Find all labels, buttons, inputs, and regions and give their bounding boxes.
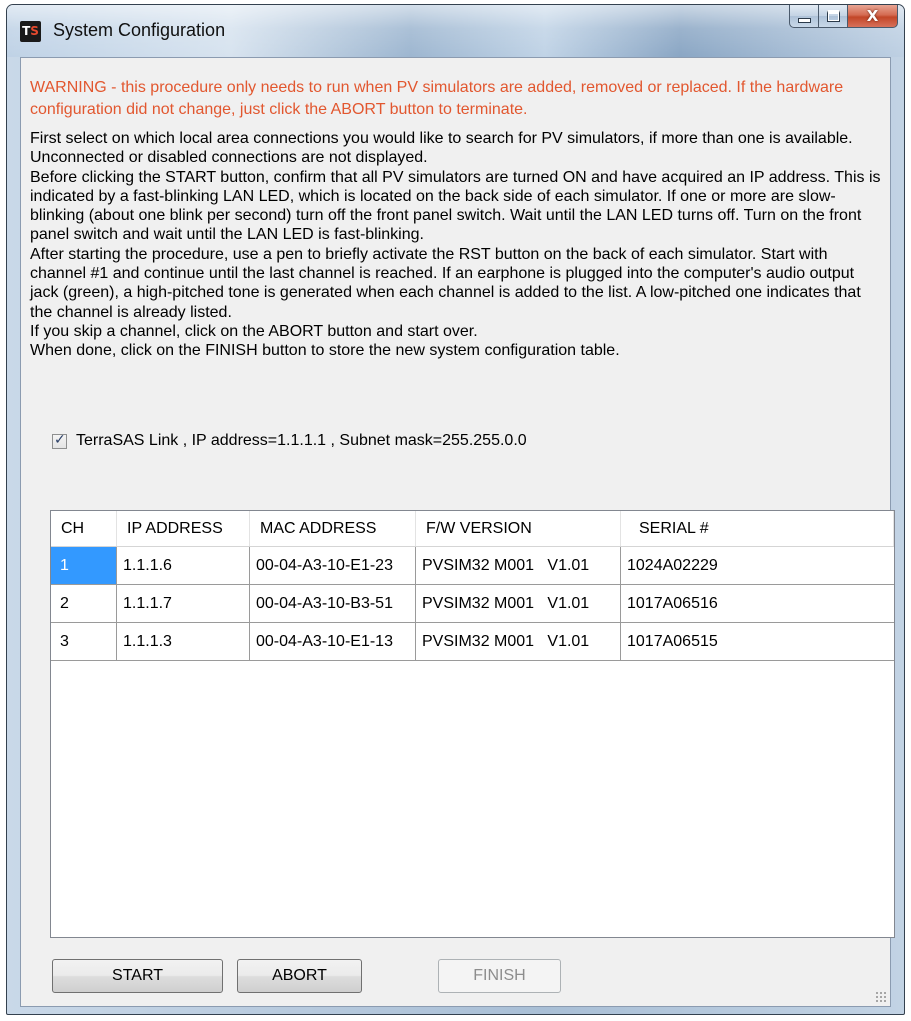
minimize-button[interactable]: [789, 5, 819, 28]
table-row[interactable]: 1 1.1.1.6 00-04-A3-10-E1-23 PVSIM32 M001…: [51, 547, 894, 585]
table-row[interactable]: 2 1.1.1.7 00-04-A3-10-B3-51 PVSIM32 M001…: [51, 585, 894, 623]
start-button[interactable]: START: [52, 959, 223, 993]
cell-fw-version: PVSIM32 M001 V1.01: [416, 585, 621, 622]
cell-serial: 1017A06516: [627, 595, 718, 612]
cell-ch: 3: [51, 623, 117, 660]
dialog-client-area: WARNING - this procedure only needs to r…: [20, 57, 895, 1007]
instruction-paragraph: After starting the procedure, use a pen …: [30, 245, 861, 321]
close-icon: X: [866, 7, 879, 25]
column-header-ip-address[interactable]: IP ADDRESS: [117, 511, 250, 546]
list-header: CH IP ADDRESS MAC ADDRESS F/W VERSION SE…: [51, 511, 894, 547]
instruction-paragraph: Before clicking the START button, confir…: [30, 168, 881, 244]
cell-ch: 2: [51, 585, 117, 622]
cell-ip-address: 1.1.1.3: [117, 623, 250, 660]
abort-button[interactable]: ABORT: [237, 959, 362, 993]
cell-fw-version: PVSIM32 M001 V1.01: [416, 547, 621, 584]
app-icon: TS: [20, 21, 41, 42]
simulator-list[interactable]: CH IP ADDRESS MAC ADDRESS F/W VERSION SE…: [50, 510, 895, 938]
cell-fw-version: PVSIM32 M001 V1.01: [416, 623, 621, 660]
window-title: System Configuration: [53, 20, 226, 40]
cell-mac-address: 00-04-A3-10-B3-51: [250, 585, 416, 622]
instruction-paragraph: If you skip a channel, click on the ABOR…: [30, 322, 478, 340]
instructions-text: First select on which local area connect…: [30, 129, 885, 361]
maximize-button[interactable]: [819, 5, 848, 28]
cell-ip-address: 1.1.1.7: [117, 585, 250, 622]
column-header-fw-version[interactable]: F/W VERSION: [416, 511, 621, 546]
cell-mac-address: 00-04-A3-10-E1-23: [250, 547, 416, 584]
title-bar[interactable]: TS System Configuration X: [7, 5, 904, 57]
table-row[interactable]: 3 1.1.1.3 00-04-A3-10-E1-13 PVSIM32 M001…: [51, 623, 894, 661]
column-header-ch[interactable]: CH: [51, 511, 117, 546]
cell-serial: 1024A02229: [627, 557, 718, 574]
connection-label: TerraSAS Link , IP address=1.1.1.1 , Sub…: [76, 432, 527, 449]
cell-mac-address: 00-04-A3-10-E1-13: [250, 623, 416, 660]
cell-ch: 1: [51, 547, 117, 584]
system-configuration-window: TS System Configuration X WARNING - this…: [6, 4, 905, 1015]
instruction-paragraph: When done, click on the FINISH button to…: [30, 342, 620, 360]
minimize-icon: [797, 17, 811, 23]
connection-option[interactable]: TerraSAS Link , IP address=1.1.1.1 , Sub…: [52, 432, 527, 450]
column-header-mac-address[interactable]: MAC ADDRESS: [250, 511, 416, 546]
finish-button: FINISH: [438, 959, 561, 993]
column-header-serial[interactable]: SERIAL #: [621, 511, 894, 546]
warning-text: WARNING - this procedure only needs to r…: [30, 79, 844, 118]
connection-checkbox[interactable]: [52, 432, 67, 449]
caption-buttons: X: [789, 5, 898, 29]
instruction-paragraph: First select on which local area connect…: [30, 130, 853, 167]
close-button[interactable]: X: [848, 5, 898, 28]
cell-serial: 1017A06515: [627, 633, 718, 650]
resize-grip[interactable]: [875, 991, 887, 1003]
maximize-icon: [826, 10, 840, 22]
cell-ip-address: 1.1.1.6: [117, 547, 250, 584]
